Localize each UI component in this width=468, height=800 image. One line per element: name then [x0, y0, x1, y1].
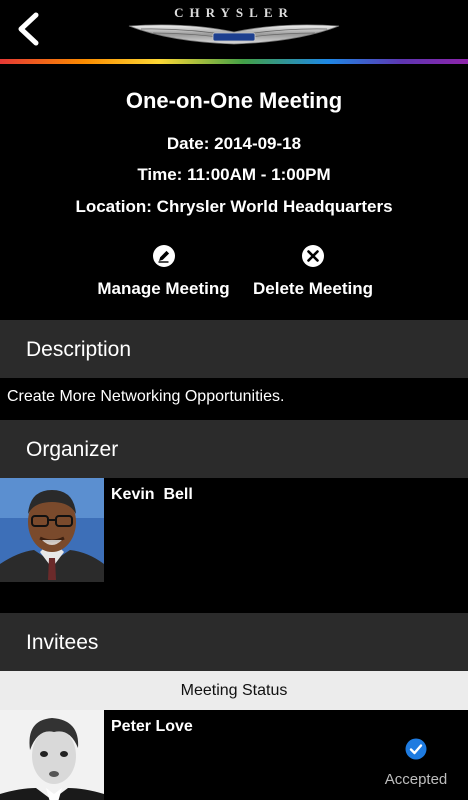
meeting-location: Location: Chrysler World Headquarters: [75, 197, 393, 216]
pencil-icon: [152, 245, 175, 267]
meeting-status-header: Meeting Status: [0, 671, 468, 710]
check-circle-icon: [405, 738, 427, 760]
logo-wings: [128, 24, 340, 45]
invitee-avatar: [0, 710, 104, 800]
manage-meeting-button[interactable]: Manage Meeting: [91, 244, 236, 299]
invitee-name: Peter Love: [111, 718, 193, 735]
description-header-label: Description: [26, 338, 132, 361]
invitee-status: Accepted: [378, 738, 454, 788]
meeting-date: Date: 2014-09-18: [166, 134, 302, 153]
meeting-title: One-on-One Meeting: [125, 88, 343, 113]
description-text: Create More Networking Opportunities.: [7, 388, 285, 405]
close-circle-icon: [302, 245, 324, 267]
back-button[interactable]: [10, 8, 46, 50]
chrysler-logo: CHRYSLER: [127, 6, 341, 48]
organizer-row[interactable]: Kevin Bell: [0, 478, 468, 613]
delete-meeting-label: Delete Meeting: [253, 279, 373, 298]
organizer-header-label: Organizer: [26, 438, 119, 461]
chevron-left-icon: [18, 12, 39, 46]
invitees-section-header: Invitees: [0, 613, 468, 671]
organizer-avatar: [0, 478, 104, 582]
delete-meeting-button[interactable]: Delete Meeting: [246, 244, 380, 299]
rainbow-divider: [0, 59, 468, 64]
organizer-name: Kevin Bell: [111, 486, 193, 503]
brand-wordmark: CHRYSLER: [174, 5, 294, 20]
top-bar: CHRYSLER: [0, 0, 468, 64]
manage-meeting-label: Manage Meeting: [97, 279, 230, 298]
invitee-status-text: Accepted: [384, 771, 448, 788]
invitees-header-label: Invitees: [26, 631, 99, 654]
invitee-row[interactable]: Peter Love Accepted: [0, 710, 468, 800]
meeting-time: Time: 11:00AM - 1:00PM: [137, 165, 331, 184]
organizer-section-header: Organizer: [0, 420, 468, 478]
description-section-header: Description: [0, 320, 468, 378]
